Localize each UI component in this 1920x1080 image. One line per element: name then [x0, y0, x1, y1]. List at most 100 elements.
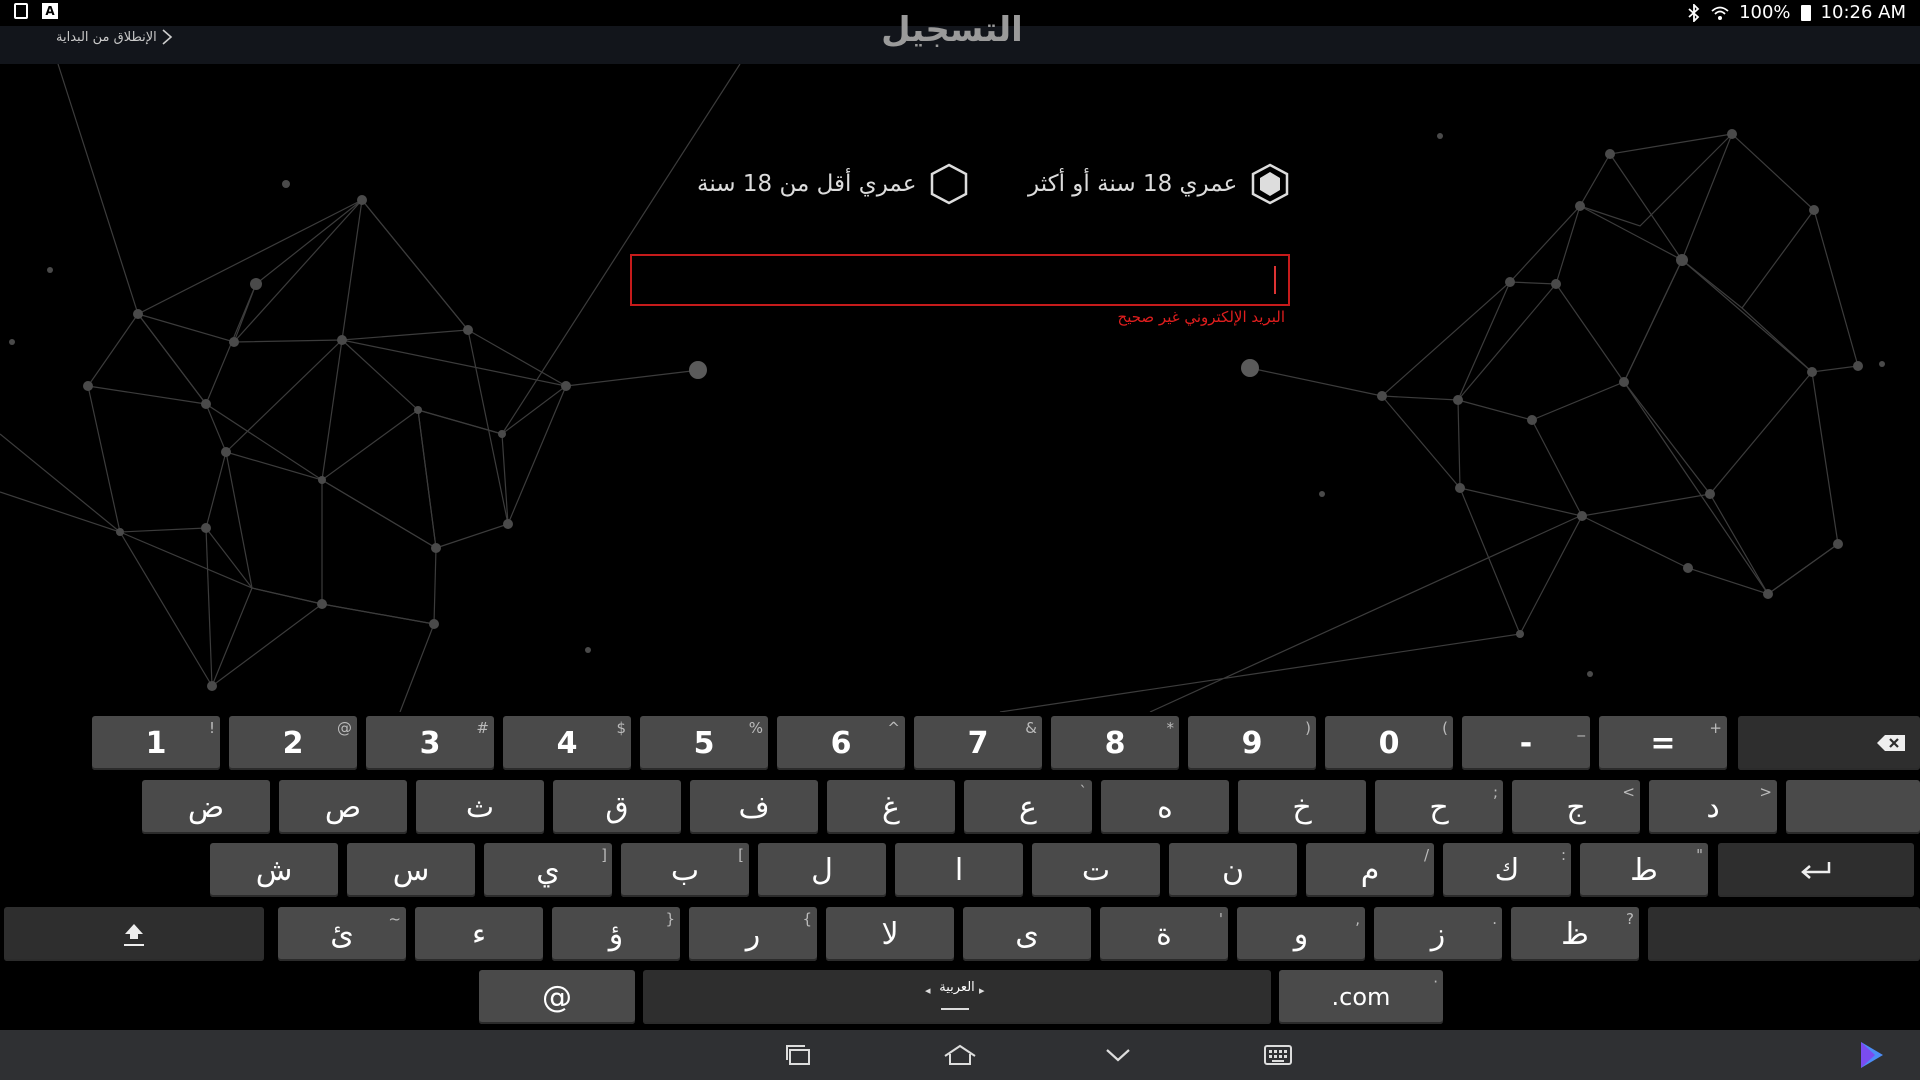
hexagon-radio-icon[interactable] — [928, 162, 970, 206]
key[interactable]: م / — [1306, 843, 1434, 897]
key[interactable]: ه — [1101, 780, 1229, 834]
key[interactable]: غ — [827, 780, 955, 834]
key-label: ن — [1221, 852, 1245, 888]
key[interactable]: 2 @ — [229, 716, 357, 770]
keyboard-switch-icon[interactable] — [1258, 1038, 1298, 1072]
play-store-icon[interactable] — [1852, 1038, 1892, 1072]
key[interactable]: ب[ — [621, 843, 749, 897]
key[interactable]: 4 $ — [503, 716, 631, 770]
key[interactable]: ئ ~ — [278, 907, 406, 961]
key-hint: ; — [1492, 783, 1498, 801]
key[interactable]: لا — [826, 907, 954, 961]
blank-key[interactable] — [1648, 907, 1920, 961]
key[interactable]: خ — [1238, 780, 1366, 834]
at-key-label: @ — [542, 979, 572, 1015]
key-hint: ! — [208, 719, 215, 737]
key[interactable]: ك: — [1443, 843, 1571, 897]
key[interactable]: ر{ — [689, 907, 817, 961]
key[interactable]: 3 # — [366, 716, 494, 770]
key[interactable]: 0( — [1325, 716, 1453, 770]
app-bar: الإنطلاق من البداية التسجيل — [0, 10, 1920, 64]
key[interactable]: ع ` — [964, 780, 1092, 834]
key-label: ظ — [1561, 916, 1589, 952]
key[interactable]: س — [347, 843, 475, 897]
key[interactable]: ء — [415, 907, 543, 961]
dotcom-key[interactable]: .com · — [1279, 970, 1443, 1024]
key-hint: ` — [1079, 783, 1088, 801]
key[interactable]: ى — [963, 907, 1091, 961]
key-label: 6 — [830, 725, 852, 761]
key-hint: : — [1560, 846, 1566, 864]
key-hint: ] — [601, 846, 607, 864]
key-label: 5 — [693, 725, 715, 761]
key-hint: ? — [1626, 910, 1634, 928]
key[interactable]: = + — [1599, 716, 1727, 770]
key-hint: & — [1025, 719, 1037, 737]
key-hint: { — [802, 910, 812, 928]
key[interactable]: ش — [210, 843, 338, 897]
key[interactable]: ي] — [484, 843, 612, 897]
hide-keyboard-icon[interactable] — [1098, 1038, 1138, 1072]
key-label: ت — [1081, 852, 1111, 888]
key[interactable]: 5% — [640, 716, 768, 770]
key-label: 2 — [282, 725, 304, 761]
email-field[interactable] — [630, 254, 1290, 306]
key-hint: ^ — [887, 719, 900, 737]
backspace-icon — [1877, 735, 1905, 751]
key-label: و — [1293, 916, 1309, 952]
key[interactable]: ظ? — [1511, 907, 1639, 961]
key[interactable]: د > — [1649, 780, 1777, 834]
key[interactable]: ص — [279, 780, 407, 834]
key-hint: [ — [738, 846, 744, 864]
space-key[interactable]: ◂ ▸ العربية — [643, 970, 1271, 1024]
key-hint: . — [1492, 910, 1497, 928]
key-label: - — [1519, 725, 1533, 761]
key[interactable]: ل — [758, 843, 886, 897]
key[interactable]: ج < — [1512, 780, 1640, 834]
key[interactable]: ن — [1169, 843, 1297, 897]
key-label: غ — [882, 789, 900, 825]
backspace-key[interactable] — [1738, 716, 1920, 770]
key[interactable]: ز. — [1374, 907, 1502, 961]
at-key[interactable]: @ — [479, 970, 635, 1024]
key[interactable]: ح; — [1375, 780, 1503, 834]
key[interactable]: 9) — [1188, 716, 1316, 770]
key[interactable]: ت — [1032, 843, 1160, 897]
enter-key[interactable] — [1718, 843, 1914, 897]
key-hint: , — [1355, 910, 1360, 928]
key[interactable]: ف — [690, 780, 818, 834]
key-label: ر — [745, 916, 761, 952]
key-hint: > — [1759, 783, 1772, 801]
key-label: ة — [1156, 916, 1172, 952]
key-label: لا — [881, 916, 899, 952]
key[interactable]: ؤ} — [552, 907, 680, 961]
blank-key[interactable] — [1786, 780, 1920, 834]
key-label: ث — [465, 789, 495, 825]
key[interactable]: ا — [895, 843, 1023, 897]
key-label: ش — [255, 852, 293, 888]
key-label: ق — [605, 789, 629, 825]
key[interactable]: 8 * — [1051, 716, 1179, 770]
age-option-adult[interactable]: عمري 18 سنة أو أكثر — [1028, 162, 1291, 206]
key[interactable]: ط " — [1580, 843, 1708, 897]
space-underline-icon — [941, 1008, 969, 1010]
recent-apps-icon[interactable] — [779, 1038, 819, 1072]
key-label: ا — [954, 852, 964, 888]
hexagon-radio-selected-icon[interactable] — [1249, 162, 1291, 206]
shift-key[interactable] — [4, 907, 264, 961]
home-icon[interactable] — [940, 1038, 980, 1072]
key[interactable]: 1! — [92, 716, 220, 770]
key[interactable]: - _ — [1462, 716, 1590, 770]
space-language-label: العربية — [939, 980, 975, 995]
key[interactable]: ة ' — [1100, 907, 1228, 961]
key[interactable]: 7 & — [914, 716, 1042, 770]
key[interactable]: و, — [1237, 907, 1365, 961]
key[interactable]: ض — [142, 780, 270, 834]
age-option-minor[interactable]: عمري أقل من 18 سنة — [697, 162, 970, 206]
key-hint: · — [1433, 973, 1438, 991]
key[interactable]: ق — [553, 780, 681, 834]
key-label: ئ — [330, 916, 354, 952]
key-label: ط — [1630, 852, 1658, 888]
key[interactable]: ث — [416, 780, 544, 834]
key[interactable]: 6 ^ — [777, 716, 905, 770]
